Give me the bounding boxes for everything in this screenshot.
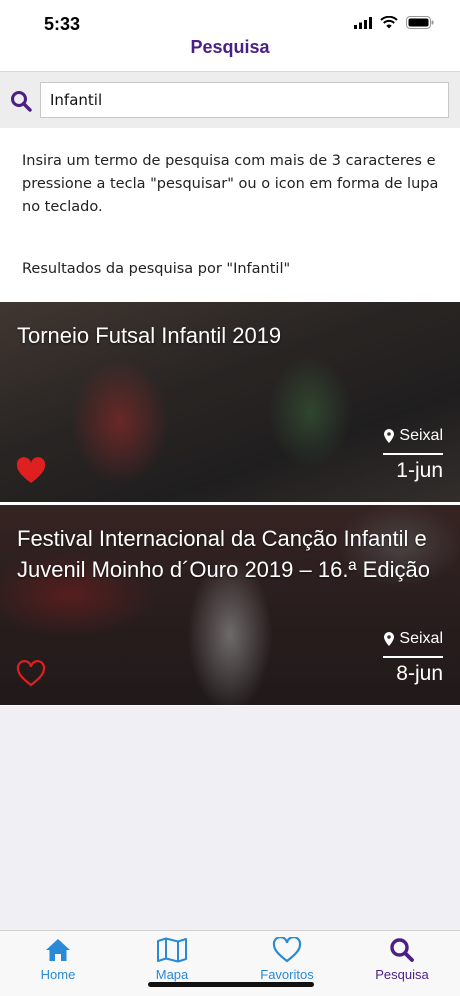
map-icon: [157, 937, 187, 963]
tab-home[interactable]: Home: [8, 937, 108, 993]
heart-filled-icon[interactable]: [16, 457, 46, 485]
search-instructions: Insira um termo de pesquisa com mais de …: [22, 153, 439, 215]
page-title: Pesquisa: [190, 37, 270, 57]
tab-label: Pesquisa: [375, 967, 429, 982]
card-location-text: Seixal: [399, 427, 443, 444]
map-pin-icon: [384, 429, 395, 443]
search-icon[interactable]: [10, 90, 32, 112]
card-title: Torneio Futsal Infantil 2019: [17, 323, 282, 348]
tab-pesquisa[interactable]: Pesquisa: [352, 937, 452, 993]
map-pin-icon: [384, 632, 395, 646]
card-location-text: Seixal: [399, 630, 443, 647]
tab-label: Mapa: [155, 967, 189, 982]
heart-icon: [272, 937, 302, 963]
card-divider: [383, 656, 443, 658]
heart-outline-icon[interactable]: [16, 660, 46, 688]
home-indicator: [148, 982, 314, 987]
card-location: Seixal: [384, 630, 443, 648]
empty-area: [0, 706, 460, 930]
battery-icon: [406, 16, 434, 29]
tab-label: Home: [40, 967, 76, 982]
card-location: Seixal: [384, 427, 443, 445]
card-date: 1-jun: [396, 459, 443, 482]
status-icons: [354, 16, 434, 29]
card-title: Festival Internacional da Canção Infanti…: [17, 526, 430, 582]
search-icon: [390, 938, 414, 962]
card-date: 8-jun: [396, 662, 443, 685]
tab-label: Favoritos: [260, 967, 314, 982]
wifi-icon: [380, 16, 398, 29]
results-label: Resultados da pesquisa por "Infantil": [22, 261, 291, 277]
result-card[interactable]: Torneio Futsal Infantil 2019 Seixal 1-ju…: [0, 302, 460, 502]
status-time: 5:33: [44, 14, 81, 34]
search-input[interactable]: [40, 82, 449, 118]
result-card[interactable]: Festival Internacional da Canção Infanti…: [0, 505, 460, 705]
search-bar: [0, 72, 460, 128]
nav-bar: Pesquisa: [0, 34, 460, 72]
signal-icon: [354, 16, 372, 29]
card-divider: [383, 453, 443, 455]
home-icon: [46, 939, 70, 961]
